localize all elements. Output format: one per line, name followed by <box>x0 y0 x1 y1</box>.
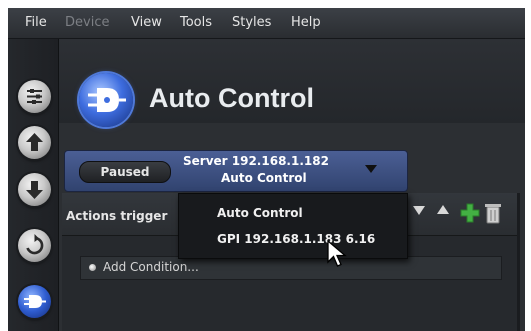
dropdown-option-auto-control[interactable]: Auto Control <box>217 206 303 220</box>
refresh-icon <box>26 234 44 255</box>
add-condition-label: Add Condition... <box>103 260 199 274</box>
sidebar <box>8 39 59 331</box>
sidebar-item-upload[interactable] <box>18 126 51 159</box>
upload-arrow-icon <box>26 133 43 151</box>
add-condition-row[interactable]: Add Condition... <box>80 256 502 280</box>
download-arrow-icon <box>26 181 43 199</box>
sidebar-item-download[interactable] <box>18 173 51 206</box>
menu-file[interactable]: File <box>25 15 47 30</box>
move-down-icon[interactable] <box>412 203 426 217</box>
menu-tools[interactable]: Tools <box>180 15 212 30</box>
menu-view[interactable]: View <box>131 15 162 30</box>
sidebar-item-sliders[interactable] <box>18 80 51 113</box>
menu-bar: File Device View Tools Styles Help <box>8 8 525 39</box>
app-window: File Device View Tools Styles Help Auto … <box>8 8 525 331</box>
bullet-icon <box>89 264 96 271</box>
add-icon[interactable] <box>460 203 480 223</box>
sidebar-item-auto-control[interactable] <box>18 285 51 318</box>
chevron-down-icon[interactable] <box>365 165 377 173</box>
auto-control-logo-icon <box>24 295 46 308</box>
server-address: Server 192.168.1.182 <box>183 154 329 168</box>
dropdown-option-gpi[interactable]: GPI 192.168.1.183 6.16 <box>217 232 375 246</box>
server-dropdown-menu: Auto Control GPI 192.168.1.183 6.16 <box>178 193 408 259</box>
menu-help[interactable]: Help <box>291 15 321 30</box>
move-up-icon[interactable] <box>436 203 450 217</box>
trash-icon[interactable] <box>484 203 502 225</box>
server-profile: Auto Control <box>221 171 307 185</box>
auto-control-logo-icon <box>88 88 126 112</box>
sidebar-item-refresh[interactable] <box>18 229 51 262</box>
server-selector[interactable]: Paused Server 192.168.1.182 Auto Control <box>64 150 408 192</box>
menu-device[interactable]: Device <box>65 15 109 30</box>
actions-trigger-label: Actions trigger <box>66 209 168 223</box>
app-logo <box>79 73 133 127</box>
sliders-icon <box>27 89 42 104</box>
status-badge[interactable]: Paused <box>79 161 171 183</box>
menu-styles[interactable]: Styles <box>232 15 271 30</box>
page-title: Auto Control <box>149 83 314 113</box>
app-header: Auto Control <box>59 39 525 127</box>
mouse-cursor-icon <box>327 239 347 267</box>
panel-divider <box>517 193 520 331</box>
